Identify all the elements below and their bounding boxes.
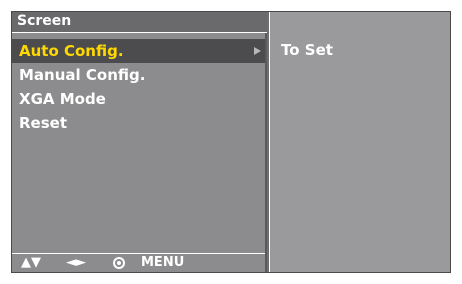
submenu-option-to-set[interactable]: To Set [281, 41, 333, 59]
ok-button-icon [113, 257, 125, 269]
menu-item-label: Manual Config. [19, 66, 146, 84]
submenu-arrow-icon [254, 47, 261, 55]
menu-title: Screen [12, 12, 267, 33]
menu-item-auto-config[interactable]: Auto Config. [12, 39, 265, 63]
submenu-panel: To Set [269, 12, 450, 272]
left-right-arrows-icon: ◄► [66, 255, 86, 270]
menu-item-manual-config[interactable]: Manual Config. [12, 63, 265, 87]
menu-list: Auto Config. Manual Config. XGA Mode Res… [12, 39, 265, 135]
menu-item-label: XGA Mode [19, 90, 106, 108]
osd-window: Screen Auto Config. Manual Config. XGA M… [11, 11, 451, 273]
menu-item-reset[interactable]: Reset [12, 111, 265, 135]
menu-item-xga-mode[interactable]: XGA Mode [12, 87, 265, 111]
menu-hint-label: MENU [141, 255, 185, 270]
menu-panel: Screen Auto Config. Manual Config. XGA M… [12, 12, 267, 272]
up-down-arrows-icon: ▲▼ [21, 255, 41, 270]
navigation-hint-bar: ▲▼ ◄► MENU [12, 253, 265, 272]
menu-item-label: Reset [19, 114, 67, 132]
menu-item-label: Auto Config. [19, 42, 124, 60]
